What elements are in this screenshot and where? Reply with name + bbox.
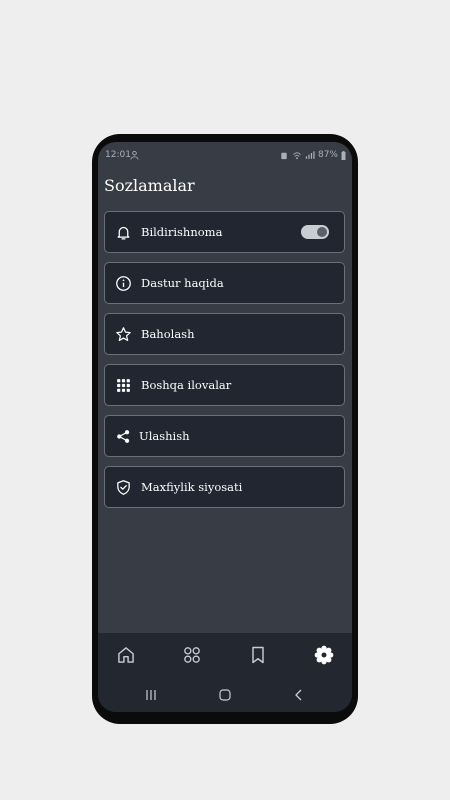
bell-icon: [117, 226, 130, 240]
info-icon: [116, 276, 131, 291]
settings-item-about[interactable]: Dastur haqida: [104, 262, 345, 304]
toggle-knob: [317, 227, 327, 237]
system-nav-bar: [98, 677, 352, 712]
app-screen: 12:01 87% Sozlamalar Bildirishnoma Dastu…: [98, 142, 352, 712]
alarm-icon: [281, 152, 287, 159]
bottom-nav: [98, 633, 352, 677]
settings-item-label: Dastur haqida: [141, 276, 224, 290]
star-icon: [116, 327, 131, 342]
settings-item-notifications[interactable]: Bildirishnoma: [104, 211, 345, 253]
settings-item-label: Boshqa ilovalar: [141, 378, 232, 392]
recents-icon[interactable]: [144, 688, 158, 702]
settings-item-rate[interactable]: Baholash: [104, 313, 345, 355]
status-icons: 87%: [279, 150, 346, 160]
battery-percent: 87%: [317, 150, 338, 160]
battery-icon: [341, 150, 346, 160]
bookmark-icon[interactable]: [248, 645, 268, 665]
back-icon[interactable]: [292, 688, 306, 702]
apps-grid-icon: [117, 379, 130, 392]
settings-item-label: Baholash: [141, 327, 195, 341]
share-icon: [117, 430, 130, 443]
home-icon[interactable]: [116, 645, 136, 665]
settings-gear-icon[interactable]: [314, 645, 334, 665]
settings-item-share[interactable]: Ulashish: [104, 415, 345, 457]
settings-item-label: Bildirishnoma: [141, 225, 223, 239]
settings-item-other-apps[interactable]: Boshqa ilovalar: [104, 364, 345, 406]
home-circle-icon[interactable]: [218, 688, 232, 702]
wifi-icon: [293, 151, 301, 159]
person-icon: [130, 150, 139, 160]
settings-item-label: Maxfiylik siyosati: [141, 480, 243, 494]
settings-item-label: Ulashish: [139, 429, 190, 443]
shield-check-icon: [117, 480, 130, 495]
status-bar: 12:01 87%: [98, 142, 352, 160]
settings-item-privacy[interactable]: Maxfiylik siyosati: [104, 466, 345, 508]
page-title: Sozlamalar: [104, 176, 195, 195]
notifications-toggle[interactable]: [301, 225, 329, 239]
signal-icon: [305, 150, 315, 159]
status-time: 12:01: [105, 150, 131, 160]
categories-icon[interactable]: [182, 645, 202, 665]
